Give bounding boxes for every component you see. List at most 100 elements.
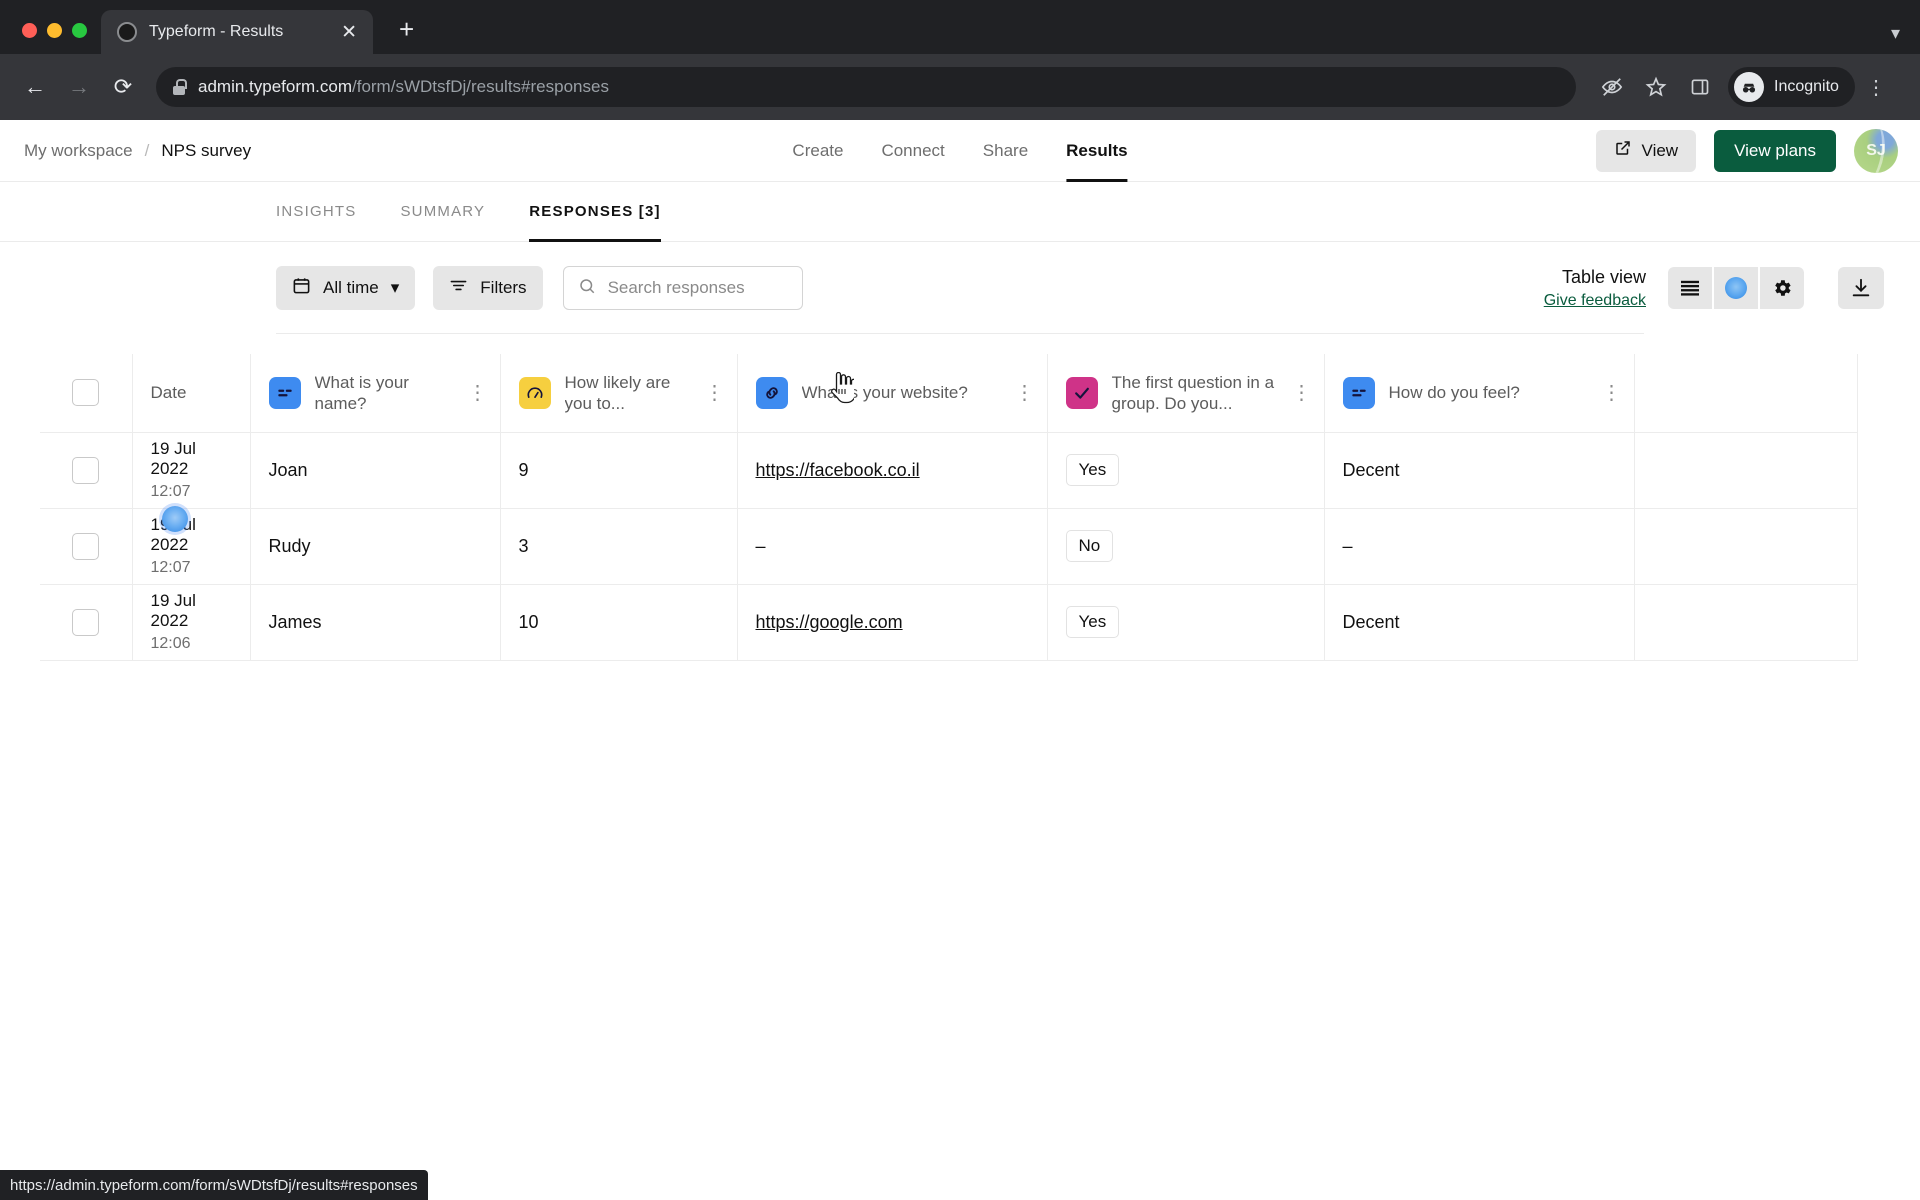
url-host: admin.typeform.com bbox=[198, 77, 352, 96]
responses-toolbar: All time ▾ Filters Search responses Tabl… bbox=[0, 242, 1920, 334]
address-bar[interactable]: admin.typeform.com/form/sWDtsfDj/results… bbox=[156, 67, 1576, 107]
close-window-button[interactable] bbox=[22, 23, 37, 38]
view-labels: Table view Give feedback bbox=[1544, 265, 1646, 311]
breadcrumb-form-name[interactable]: NPS survey bbox=[161, 141, 251, 161]
column-menu-icon[interactable]: ⋮ bbox=[1602, 383, 1622, 403]
header-actions: View View plans SJ bbox=[1595, 128, 1898, 173]
column-label-date: Date bbox=[150, 382, 187, 402]
eye-off-icon[interactable] bbox=[1592, 67, 1632, 107]
maximize-window-button[interactable] bbox=[72, 23, 87, 38]
empty-value: – bbox=[755, 535, 766, 556]
cell-feel: Decent bbox=[1324, 584, 1635, 661]
minimize-window-button[interactable] bbox=[47, 23, 62, 38]
nav-item-share[interactable]: Share bbox=[983, 120, 1028, 182]
cell-time-value: 12:07 bbox=[150, 559, 191, 576]
breadcrumb-separator: / bbox=[144, 140, 150, 160]
avatar[interactable]: SJ bbox=[1854, 128, 1898, 173]
browser-status-bar: https://admin.typeform.com/form/sWDtsfDj… bbox=[0, 1170, 428, 1200]
view-title: Table view bbox=[1561, 266, 1646, 287]
column-header-website[interactable]: What is your website? ⋮ bbox=[737, 354, 1048, 433]
column-header-date[interactable]: Date bbox=[132, 354, 251, 433]
table-row[interactable]: 19 Jul 2022 12:07 Rudy 3 – No – bbox=[40, 508, 1858, 585]
cell-group: Yes bbox=[1047, 432, 1325, 509]
close-icon[interactable]: ✕ bbox=[337, 21, 361, 44]
column-header-nps[interactable]: How likely are you to... ⋮ bbox=[500, 354, 738, 433]
cell-group: Yes bbox=[1047, 584, 1325, 661]
incognito-indicator[interactable]: Incognito bbox=[1728, 67, 1855, 107]
cell-website: https://google.com bbox=[737, 584, 1048, 661]
table-row[interactable]: 19 Jul 2022 12:06 James 10 https://googl… bbox=[40, 584, 1858, 661]
url-path: /form/sWDtsfDj/results#responses bbox=[352, 77, 609, 96]
website-link[interactable]: https://google.com bbox=[756, 612, 903, 632]
cell-website: https://facebook.co.il bbox=[737, 432, 1048, 509]
column-menu-icon[interactable]: ⋮ bbox=[705, 383, 725, 403]
kebab-menu-icon[interactable]: ⋮ bbox=[1859, 75, 1893, 100]
column-label-nps: How likely are you to... bbox=[564, 372, 671, 413]
star-icon[interactable] bbox=[1636, 67, 1676, 107]
app-header: My workspace / NPS survey Create Connect… bbox=[0, 120, 1920, 182]
search-responses-box[interactable] bbox=[562, 266, 803, 310]
list-view-icon[interactable] bbox=[1668, 267, 1712, 309]
plus-icon[interactable]: + bbox=[391, 12, 422, 46]
column-menu-icon[interactable]: ⋮ bbox=[1292, 383, 1312, 403]
results-subnav: INSIGHTS SUMMARY RESPONSES [3] bbox=[0, 182, 1920, 242]
reload-icon[interactable]: ⟳ bbox=[104, 68, 142, 106]
opinion-scale-icon bbox=[518, 376, 551, 409]
main-nav: Create Connect Share Results bbox=[792, 120, 1129, 182]
chevron-down-icon[interactable]: ▾ bbox=[1891, 23, 1900, 44]
column-menu-icon[interactable]: ⋮ bbox=[1015, 383, 1035, 403]
nav-item-results[interactable]: Results bbox=[1066, 120, 1129, 182]
column-header-name[interactable]: What is your name? ⋮ bbox=[250, 354, 501, 433]
view-plans-label: View plans bbox=[1734, 140, 1816, 160]
cell-empty bbox=[1634, 432, 1858, 509]
column-header-feel[interactable]: How do you feel? ⋮ bbox=[1324, 354, 1635, 433]
gear-icon[interactable] bbox=[1760, 267, 1804, 309]
cell-time-value: 12:06 bbox=[150, 635, 191, 652]
table-header-row: Date What is your name? ⋮ How likely are… bbox=[40, 354, 1858, 433]
breadcrumb: My workspace / NPS survey bbox=[24, 141, 251, 161]
checkbox-box bbox=[72, 456, 100, 484]
table-row[interactable]: 19 Jul 2022 12:07 Joan 9 https://faceboo… bbox=[40, 432, 1858, 509]
filters-button[interactable]: Filters bbox=[433, 266, 543, 310]
short-text-icon bbox=[1342, 376, 1375, 409]
side-panel-icon[interactable] bbox=[1680, 67, 1720, 107]
tab-insights[interactable]: INSIGHTS bbox=[276, 182, 356, 242]
column-menu-icon[interactable]: ⋮ bbox=[468, 383, 488, 403]
nav-item-connect[interactable]: Connect bbox=[881, 120, 944, 182]
checkbox-box bbox=[72, 608, 100, 636]
filter-icon bbox=[449, 276, 468, 300]
view-controls: Table view Give feedback bbox=[1544, 265, 1884, 311]
download-icon[interactable] bbox=[1838, 267, 1884, 309]
cell-date-value: 19 Jul 2022 bbox=[150, 439, 196, 478]
row-checkbox[interactable] bbox=[40, 584, 133, 661]
give-feedback-link[interactable]: Give feedback bbox=[1544, 290, 1646, 312]
arrow-left-icon[interactable]: ← bbox=[16, 68, 54, 106]
search-input[interactable] bbox=[607, 278, 788, 298]
cell-date-value: 19 Jul 2022 bbox=[150, 591, 196, 630]
row-checkbox[interactable] bbox=[40, 432, 133, 509]
tab-responses[interactable]: RESPONSES [3] bbox=[529, 182, 662, 242]
select-all-checkbox[interactable] bbox=[40, 354, 133, 433]
cell-empty bbox=[1634, 584, 1858, 661]
date-filter-button[interactable]: All time ▾ bbox=[276, 266, 416, 310]
nav-item-create[interactable]: Create bbox=[792, 120, 843, 182]
arrow-right-icon[interactable]: → bbox=[60, 68, 98, 106]
filters-label: Filters bbox=[480, 278, 527, 297]
cell-nps: 10 bbox=[500, 584, 738, 661]
breadcrumb-workspace[interactable]: My workspace bbox=[24, 141, 133, 161]
tab-summary[interactable]: SUMMARY bbox=[400, 182, 485, 242]
card-view-icon[interactable] bbox=[1714, 267, 1758, 309]
column-header-group[interactable]: The first question in a group. Do you...… bbox=[1047, 354, 1325, 433]
card-view-dot bbox=[1725, 277, 1747, 299]
cell-name: James bbox=[250, 584, 501, 661]
view-plans-button[interactable]: View plans bbox=[1714, 129, 1836, 172]
website-link[interactable]: https://facebook.co.il bbox=[756, 460, 920, 480]
view-button-label: View bbox=[1641, 140, 1679, 160]
row-checkbox[interactable] bbox=[40, 508, 133, 585]
checkbox-box bbox=[72, 532, 100, 560]
calendar-icon bbox=[292, 276, 311, 300]
row-drag-indicator[interactable] bbox=[162, 506, 188, 532]
view-button[interactable]: View bbox=[1595, 129, 1697, 172]
typeform-app: My workspace / NPS survey Create Connect… bbox=[0, 120, 1920, 661]
browser-tab[interactable]: Typeform - Results ✕ bbox=[101, 10, 373, 54]
